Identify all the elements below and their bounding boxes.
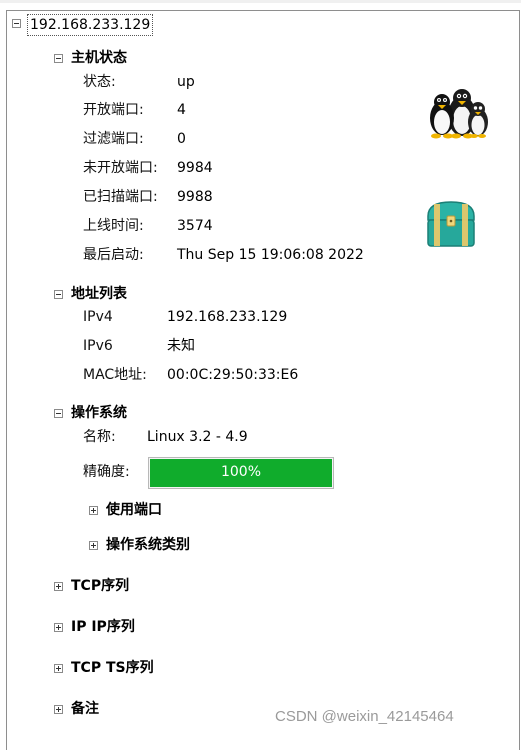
mac-value: 00:0C:29:50:33:E6 (167, 367, 299, 383)
treasure-chest-icon (427, 201, 475, 247)
last-boot-value: Thu Sep 15 19:06:08 2022 (177, 247, 364, 263)
os-name-value: Linux 3.2 - 4.9 (147, 429, 248, 445)
os-name-label: 名称: (83, 429, 116, 445)
watermark: CSDN @weixin_42145464 (275, 708, 454, 725)
node-os-class[interactable]: 操作系统类别 (106, 536, 190, 554)
expand-toggle-tcp-sequence[interactable] (54, 582, 63, 591)
uptime-label: 上线时间: (83, 218, 144, 234)
scanned-ports-label: 已扫描端口: (83, 189, 158, 205)
ipv6-label: IPv6 (83, 338, 113, 354)
last-boot-label: 最后启动: (83, 247, 144, 263)
closed-ports-value: 9984 (177, 160, 213, 176)
node-used-ports[interactable]: 使用端口 (106, 501, 162, 519)
open-ports-value: 4 (177, 102, 186, 118)
collapse-toggle-host[interactable] (12, 19, 21, 28)
expand-toggle-notes[interactable] (54, 705, 63, 714)
filtered-ports-label: 过滤端口: (83, 131, 144, 147)
expand-toggle-used-ports[interactable] (89, 506, 98, 515)
section-ip-sequence[interactable]: IP IP序列 (71, 618, 135, 636)
collapse-toggle-host-status[interactable] (54, 54, 63, 63)
closed-ports-label: 未开放端口: (83, 160, 158, 176)
section-notes[interactable]: 备注 (71, 700, 99, 718)
section-os[interactable]: 操作系统 (71, 404, 127, 422)
ipv6-value: 未知 (167, 338, 195, 354)
linux-penguins-icon (430, 89, 488, 139)
accuracy-percent-text: 100% (220, 464, 262, 480)
ipv4-label: IPv4 (83, 309, 113, 325)
scanned-ports-value: 9988 (177, 189, 213, 205)
collapse-toggle-addresses[interactable] (54, 290, 63, 299)
expand-toggle-os-class[interactable] (89, 541, 98, 550)
section-tcp-sequence[interactable]: TCP序列 (71, 577, 129, 595)
ipv4-value: 192.168.233.129 (167, 309, 288, 325)
host-node-label[interactable]: 192.168.233.129 (27, 14, 154, 36)
uptime-value: 3574 (177, 218, 213, 234)
expand-toggle-ip-sequence[interactable] (54, 623, 63, 632)
mac-label: MAC地址: (83, 367, 147, 383)
filtered-ports-value: 0 (177, 131, 186, 147)
top-border (0, 0, 521, 3)
section-tcp-ts-sequence[interactable]: TCP TS序列 (71, 659, 154, 677)
collapse-toggle-os[interactable] (54, 409, 63, 418)
status-label: 状态: (83, 74, 116, 90)
open-ports-label: 开放端口: (83, 102, 144, 118)
accuracy-label: 精确度: (83, 464, 130, 480)
status-value: up (177, 74, 195, 90)
accuracy-progress-bar: 100% (148, 457, 334, 489)
section-addresses[interactable]: 地址列表 (71, 285, 127, 303)
section-host-status[interactable]: 主机状态 (71, 49, 127, 67)
expand-toggle-tcp-ts-sequence[interactable] (54, 664, 63, 673)
